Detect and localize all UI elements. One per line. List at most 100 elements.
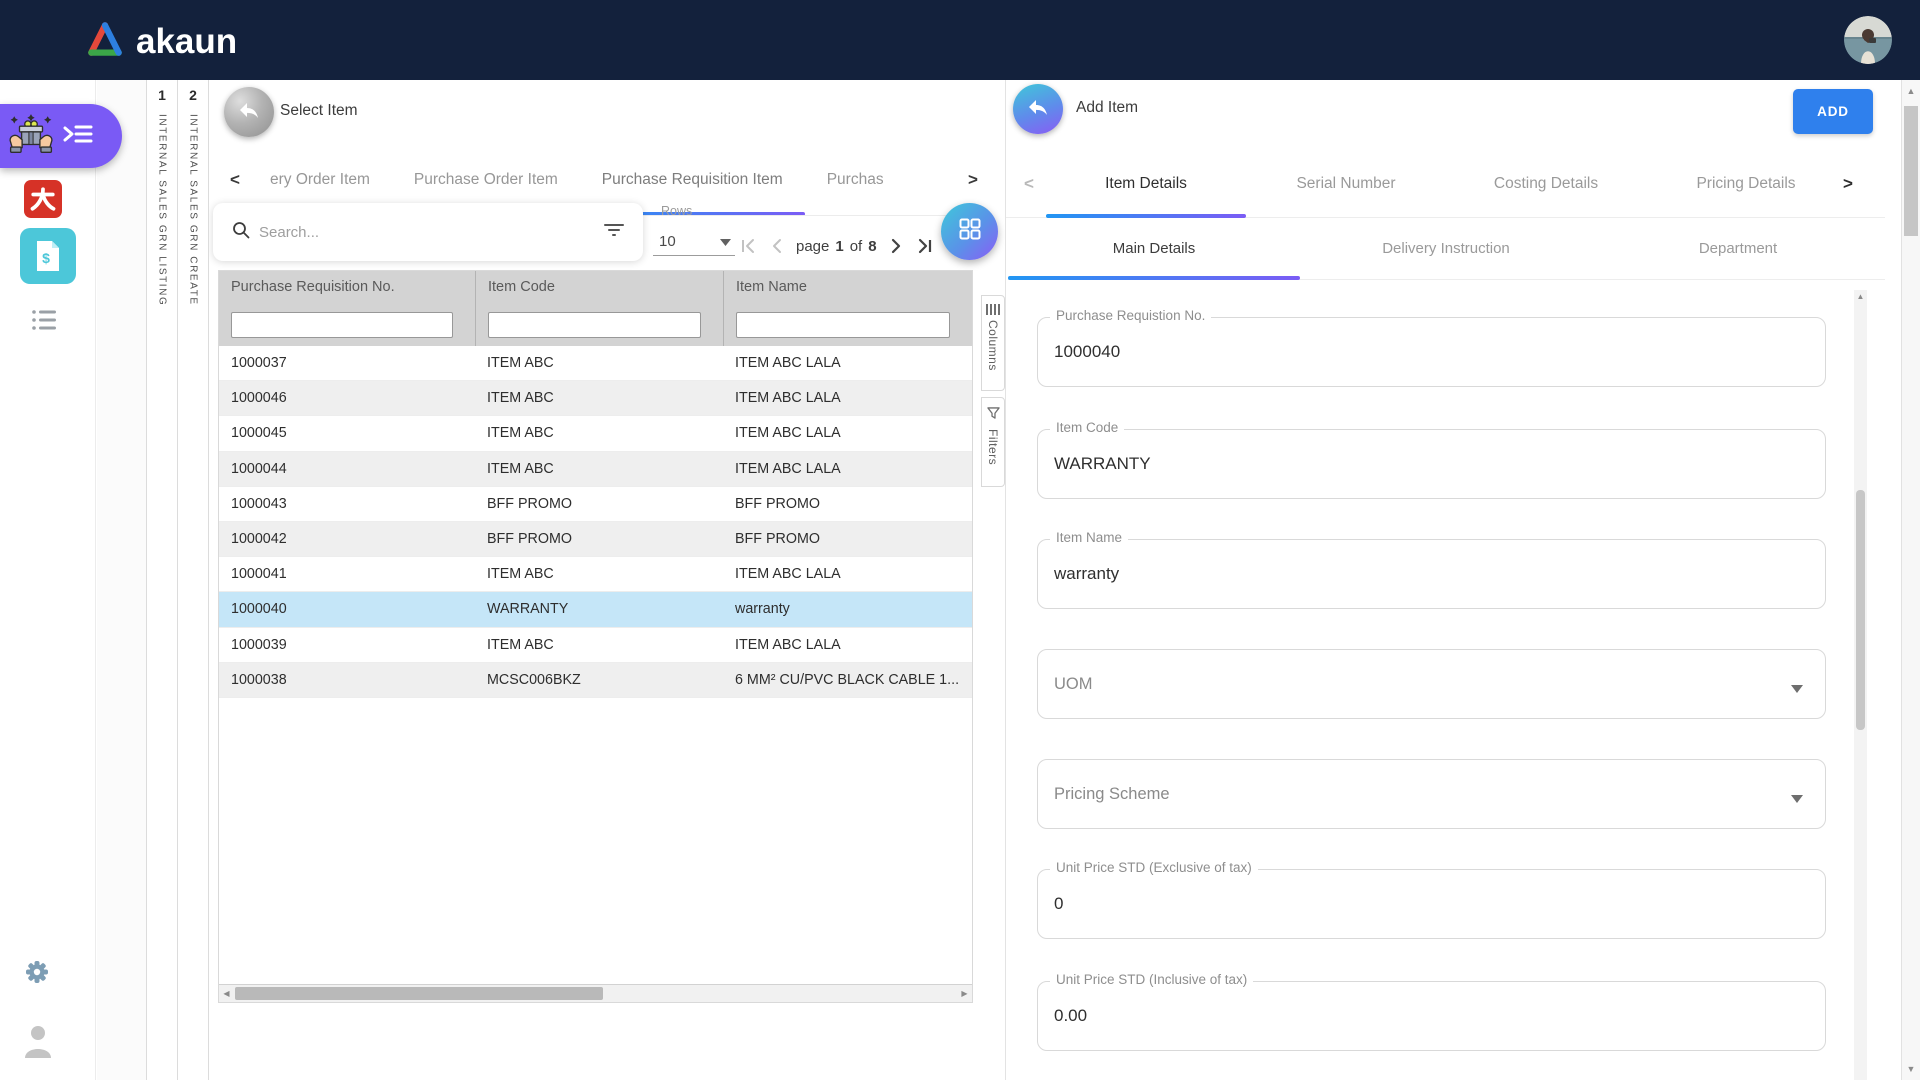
page-indicator: page 1 of 8 [796,238,877,255]
tab-pricing-details[interactable]: Pricing Details [1646,150,1846,217]
column-header-pr-no[interactable]: Purchase Requisition No. [219,271,475,303]
page-title: Add Item [1076,99,1138,117]
back-arrow-icon [237,98,261,127]
horizontal-scrollbar[interactable]: ◀ ▶ [219,984,972,1002]
back-arrow-icon [1026,95,1050,124]
cell-item-name: 6 MM² CU/PVC BLACK CABLE 1... [723,672,972,688]
workspace-tab-number: 1 [158,80,166,108]
table-row[interactable]: 1000046ITEM ABCITEM ABC LALA [219,381,972,416]
columns-icon [986,304,1000,315]
scroll-right-arrow-icon[interactable]: ▶ [957,985,972,1002]
column-header-item-code[interactable]: Item Code [475,271,723,303]
form-scrollbar[interactable]: ▲ [1854,290,1867,1080]
rows-per-page-select[interactable]: 10 [653,226,735,256]
table-header: Purchase Requisition No. Item Code Item … [219,271,972,303]
scroll-up-arrow-icon[interactable]: ▲ [1854,292,1867,301]
form-scrollbar-thumb[interactable] [1856,490,1865,730]
cell-item-code: ITEM ABC [475,355,723,371]
menu-open-icon [62,122,94,151]
field-value: WARRANTY [1054,454,1151,474]
column-header-item-name[interactable]: Item Name [723,271,972,303]
filter-input-pr-no[interactable] [231,312,453,338]
detail-tabs: Item Details Serial Number Costing Detai… [1046,150,1846,217]
item-code-field[interactable]: Item Code WARRANTY [1037,429,1826,499]
tabs-scroll-left-icon[interactable]: < [222,170,248,190]
tabs-scroll-right-icon[interactable]: > [960,170,986,190]
workspace-tab-grn-listing[interactable]: 1 INTERNAL SALES GRN LISTING [147,80,178,1080]
page-title: Select Item [280,102,358,120]
cell-item-name: warranty [723,601,972,617]
filter-cell [475,303,723,346]
filter-list-icon[interactable] [603,222,625,243]
table-row[interactable]: 1000037ITEM ABCITEM ABC LALA [219,346,972,381]
gear-icon[interactable] [25,960,49,984]
purchase-requisition-no-field[interactable]: Purchase Requistion No. 1000040 [1037,317,1826,387]
doc-dollar-app-icon[interactable]: $ [20,228,76,284]
field-label: Unit Price STD (Inclusive of tax) [1050,972,1253,987]
tabs-scroll-left-icon[interactable]: < [1016,174,1042,194]
last-page-button[interactable] [915,238,933,254]
app-list-icon[interactable] [31,308,57,332]
tab-item-details[interactable]: Item Details [1046,150,1246,217]
add-button[interactable]: ADD [1793,89,1873,134]
search-input[interactable] [259,224,603,241]
table-row[interactable]: 1000043BFF PROMOBFF PROMO [219,487,972,522]
tab-label: Costing Details [1494,175,1598,193]
item-name-field[interactable]: Item Name warranty [1037,539,1826,609]
filter-input-item-name[interactable] [736,312,950,338]
rows-per-page-value: 10 [659,233,676,250]
table-row[interactable]: 1000041ITEM ABCITEM ABC LALA [219,557,972,592]
back-button[interactable] [224,87,274,137]
table-row[interactable]: 1000038MCSC006BKZ6 MM² CU/PVC BLACK CABL… [219,663,972,698]
back-button[interactable] [1013,84,1063,134]
subtab-department[interactable]: Department [1592,218,1884,279]
cell-item-name: BFF PROMO [723,496,972,512]
filters-tool-button[interactable]: Filters [981,397,1005,487]
workspace-switcher-pill[interactable] [0,104,122,168]
unit-price-exclusive-field[interactable]: Unit Price STD (Exclusive of tax) 0 [1037,869,1826,939]
unit-price-inclusive-field[interactable]: Unit Price STD (Inclusive of tax) 0.00 [1037,981,1826,1051]
uom-select[interactable]: UOM [1037,649,1826,719]
scroll-down-arrow-icon[interactable]: ▼ [1902,1064,1920,1074]
tab-label: Purchas [827,171,883,189]
workspace-tab-grn-create[interactable]: 2 INTERNAL SALES GRN CREATE [178,80,209,1080]
tab-purchase-cut[interactable]: Purchas [805,145,883,215]
horizontal-scrollbar-thumb[interactable] [235,987,603,1000]
table-row[interactable]: 1000042BFF PROMOBFF PROMO [219,522,972,557]
window-scrollbar[interactable]: ▲ ▼ [1901,80,1920,1080]
dropdown-caret-icon [1791,790,1803,808]
table-row[interactable]: 1000044ITEM ABCITEM ABC LALA [219,452,972,487]
red-app-icon[interactable] [24,180,62,218]
tab-costing-details[interactable]: Costing Details [1446,150,1646,217]
tabs-scroll-right-icon[interactable]: > [1835,174,1861,194]
cell-item-name: ITEM ABC LALA [723,566,972,582]
table-row[interactable]: 1000045ITEM ABCITEM ABC LALA [219,416,972,451]
subtab-label: Department [1699,240,1777,257]
pricing-scheme-select[interactable]: Pricing Scheme [1037,759,1826,829]
columns-tool-button[interactable]: Columns [981,295,1005,391]
next-page-button[interactable] [890,238,902,254]
cell-item-name: ITEM ABC LALA [723,390,972,406]
table-row-selected[interactable]: 1000040WARRANTYwarranty [219,592,972,627]
first-page-button[interactable] [740,238,758,254]
prev-page-button[interactable] [771,238,783,254]
cell-item-name: ITEM ABC LALA [723,425,972,441]
scroll-up-arrow-icon[interactable]: ▲ [1902,86,1920,96]
subtab-main-details[interactable]: Main Details [1008,218,1300,279]
view-mode-grid-button[interactable] [941,203,998,260]
cell-item-name: ITEM ABC LALA [723,355,972,371]
detail-tabbar: < Item Details Serial Number Costing Det… [1006,150,1885,218]
scroll-left-arrow-icon[interactable]: ◀ [219,985,234,1002]
table-row[interactable]: 1000039ITEM ABCITEM ABC LALA [219,628,972,663]
subtab-delivery-instruction[interactable]: Delivery Instruction [1300,218,1592,279]
filter-input-item-code[interactable] [488,312,701,338]
profile-icon[interactable] [24,1024,52,1058]
rows-per-page-label: Rows [661,204,692,218]
user-avatar[interactable] [1844,16,1892,64]
window-scrollbar-thumb[interactable] [1904,106,1918,236]
cell-pr-no: 1000044 [219,461,475,477]
tab-serial-number[interactable]: Serial Number [1246,150,1446,217]
field-value: 1000040 [1054,342,1120,362]
cell-pr-no: 1000045 [219,425,475,441]
cell-item-code: ITEM ABC [475,566,723,582]
